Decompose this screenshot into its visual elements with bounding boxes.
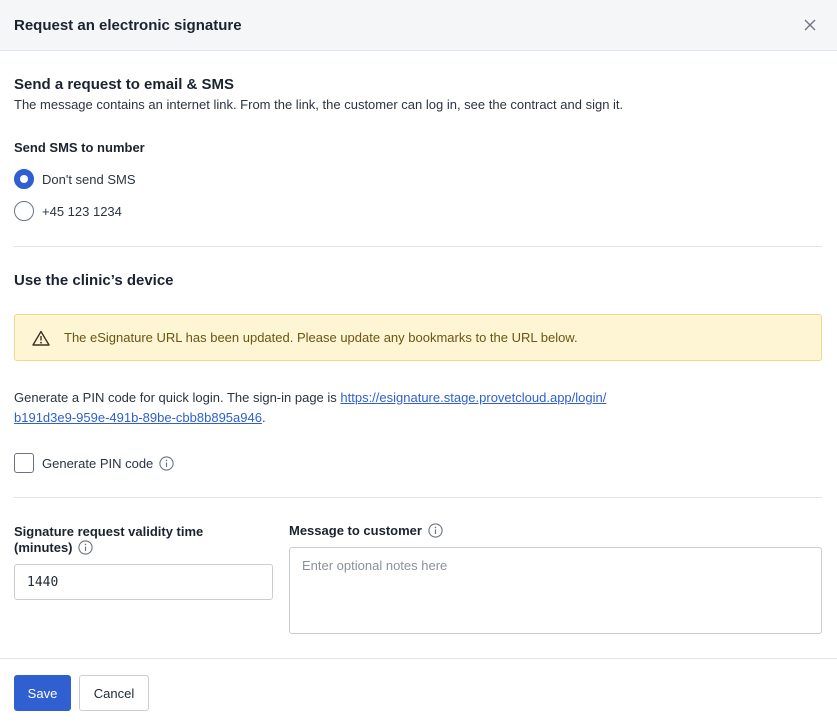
email-sms-section-title: Send a request to email & SMS (14, 76, 235, 93)
radio-label: +45 123 1234 (42, 203, 122, 219)
close-icon (804, 19, 816, 31)
esignature-dialog: Request an electronic signature Send a r… (0, 0, 837, 725)
email-sms-description: The message contains an internet link. F… (14, 97, 624, 112)
info-icon[interactable] (159, 455, 174, 471)
alert-message: The eSignature URL has been updated. Ple… (64, 330, 578, 345)
pin-text-prefix: Generate a PIN code for quick login. The… (14, 390, 341, 405)
radio-label: Don't send SMS (42, 171, 136, 187)
dialog-header: Request an electronic signature (0, 0, 837, 51)
radio-button-checked[interactable] (14, 169, 34, 189)
save-button[interactable]: Save (14, 675, 71, 711)
footer-divider (0, 658, 837, 659)
sms-number-label: Send SMS to number (14, 140, 145, 155)
sign-in-link-line2: b191d3e9-959e-491b-89be-cbb8b895a946 (14, 410, 262, 425)
radio-phone-number[interactable]: +45 123 1234 (14, 200, 122, 222)
generate-pin-checkbox-row[interactable]: Generate PIN code (14, 452, 174, 474)
message-to-customer-textarea[interactable] (289, 547, 822, 634)
pin-text-suffix: . (261, 410, 266, 425)
cancel-button[interactable]: Cancel (79, 675, 149, 711)
pin-description: Generate a PIN code for quick login. The… (14, 388, 822, 428)
generate-pin-checkbox[interactable] (14, 453, 34, 473)
validity-label: Signature request validity time (minutes… (14, 524, 203, 556)
clinic-device-section-title: Use the clinic’s device (14, 272, 174, 289)
close-button[interactable] (799, 14, 821, 36)
message-label: Message to customer (289, 523, 443, 538)
message-label-text: Message to customer (289, 523, 422, 538)
info-icon[interactable] (428, 523, 443, 538)
radio-dont-send-sms[interactable]: Don't send SMS (14, 168, 136, 190)
section-divider (14, 246, 822, 247)
url-update-alert: The eSignature URL has been updated. Ple… (14, 314, 822, 361)
validity-label-line2: (minutes) (14, 540, 73, 555)
info-icon[interactable] (78, 540, 93, 555)
generate-pin-label: Generate PIN code (42, 455, 154, 471)
dialog-title: Request an electronic signature (14, 16, 242, 34)
warning-icon (32, 329, 50, 347)
section-divider (14, 497, 822, 498)
validity-minutes-input[interactable] (14, 564, 273, 600)
radio-button[interactable] (14, 201, 34, 221)
sign-in-link-line1: https://esignature.stage.provetcloud.app… (340, 390, 607, 405)
validity-label-line1: Signature request validity time (14, 524, 204, 539)
